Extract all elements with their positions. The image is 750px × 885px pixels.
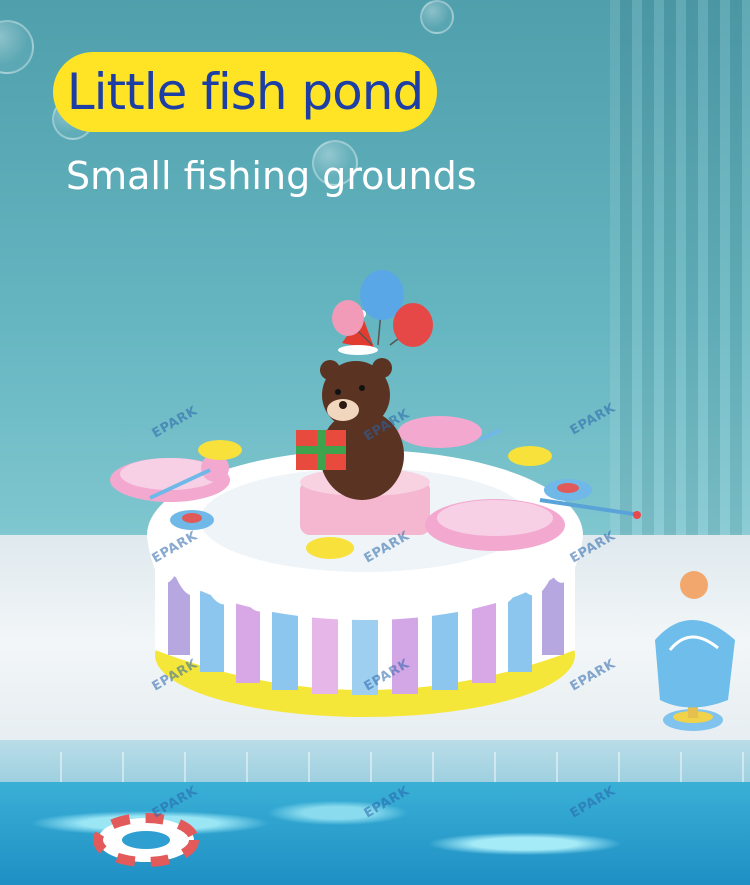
- bear-figure: [320, 310, 404, 500]
- fishing-rod: [479, 428, 501, 442]
- pink-tray-right: [425, 499, 565, 551]
- yellow-cup: [508, 446, 552, 466]
- balloons: [332, 270, 433, 347]
- swim-ring: [93, 813, 199, 867]
- fish-pond-machine: [93, 270, 735, 867]
- pink-tray-left: [110, 454, 230, 502]
- yellow-cup: [198, 440, 242, 460]
- product-photo: Little fish pond Small fishing grounds E…: [0, 0, 750, 885]
- yellow-cup: [306, 537, 354, 559]
- side-lamp: [655, 571, 735, 731]
- gift-box: [296, 430, 346, 470]
- pink-tray-back: [398, 416, 482, 448]
